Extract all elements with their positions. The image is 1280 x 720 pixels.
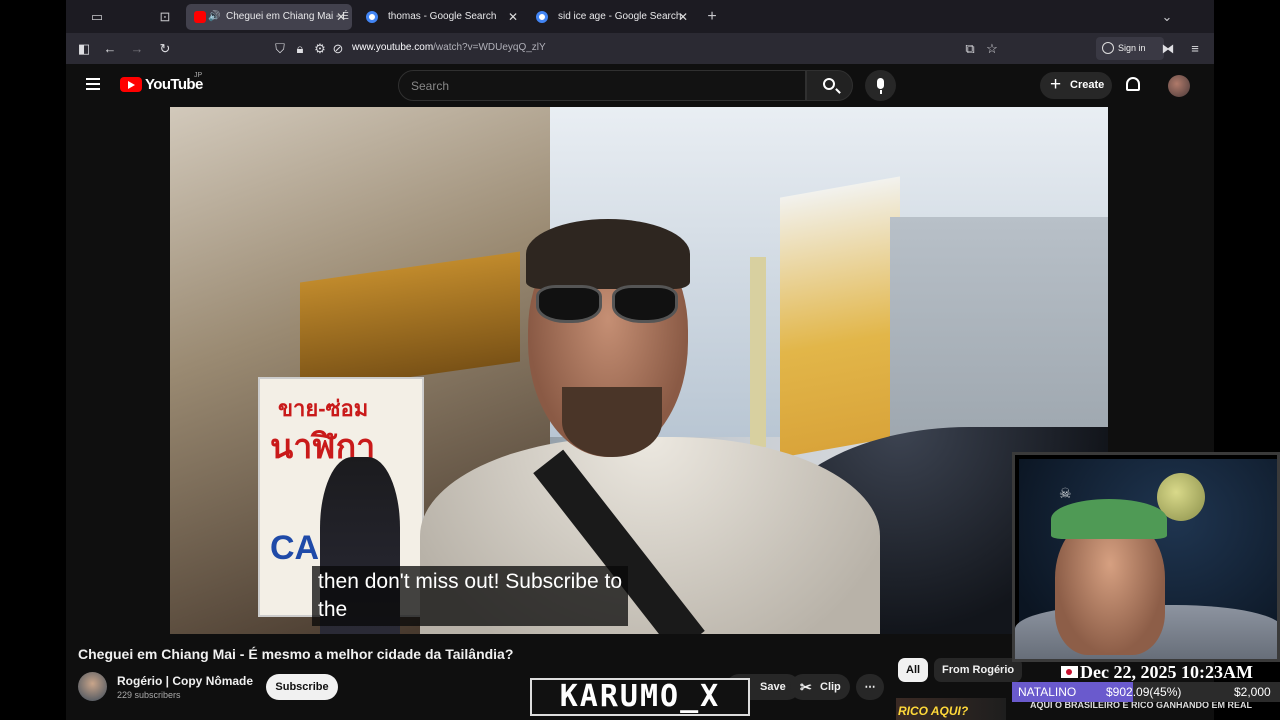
video-person-hair [526,219,690,289]
tab-overview-icon[interactable]: ⊡ [156,8,174,26]
nav-toolbar: ◧ ← → ↻ ⛉ 🔒︎ ⚙ ⊘ www.youtube.com/watch?v… [66,33,1214,64]
guide-menu-icon[interactable] [86,78,100,90]
japan-flag-icon [1061,666,1078,678]
lock-icon[interactable]: 🔒︎ [292,41,308,57]
reload-icon[interactable]: ↻ [157,41,173,57]
region-code: JP [194,72,203,79]
video-minaret [750,257,766,447]
account-icon [1102,42,1114,54]
video-player[interactable]: ขาย-ซ่อม นาฬิกา CA O then don't miss out… [170,107,1108,634]
autoplay-blocked-icon[interactable]: ⊘ [330,41,346,57]
goal-name: NATALINO [1018,685,1077,699]
goal-amount: $902.09(45%) [1106,685,1182,699]
google-favicon-icon [536,11,548,23]
close-tab-icon[interactable]: ✕ [508,4,518,30]
url-text[interactable]: www.youtube.com/watch?v=WDUeyqQ_zlY [352,42,546,53]
app-menu-icon[interactable]: ≡ [1187,41,1203,57]
video-person-beard [562,387,662,457]
tab-youtube[interactable]: 🔊 Cheguei em Chiang Mai - É ✕ [186,4,352,30]
new-tab-button[interactable]: + [703,8,721,26]
more-actions-button[interactable]: ⋯ [856,674,884,700]
clip-button[interactable]: ✂ Clip [790,674,850,700]
video-title: Cheguei em Chiang Mai - É mesmo a melhor… [78,646,514,662]
search-icon [823,78,835,90]
tab-title: sid ice age - Google Search [558,11,682,22]
tab-list-chevron-icon[interactable]: ⌄ [1158,8,1176,26]
create-button[interactable]: Create [1040,71,1112,99]
video-captions: then don't miss out! Subscribe to the [312,566,629,626]
sign-in-button[interactable]: Sign in [1096,37,1164,60]
tab-title: thomas - Google Search [388,11,497,22]
donation-goal-bar: NATALINO $902.09(45%) $2,000 [1012,682,1280,702]
subscriber-count: 229 subscribers [117,690,181,700]
streamer-cap [1051,499,1167,539]
youtube-favicon-icon [194,11,206,23]
forward-icon[interactable]: → [129,41,145,57]
youtube-logo-icon[interactable] [120,77,142,92]
channel-avatar[interactable] [78,672,107,701]
permissions-icon[interactable]: ⚙ [312,41,328,57]
channel-name[interactable]: Rogério | Copy Nômade [117,674,253,688]
scissors-icon: ✂ [800,679,812,695]
extensions-icon[interactable]: ⧓ [1160,41,1176,57]
notifications-bell-icon[interactable] [1126,77,1140,91]
youtube-masthead: YouTube JP Search Create [66,64,1214,107]
back-icon[interactable]: ← [102,41,118,57]
streamer-watermark: KARUMO_X [530,678,750,716]
tab-strip: ▭ ⊡ 🔊 Cheguei em Chiang Mai - É ✕ thomas… [66,0,1214,33]
search-button[interactable] [806,70,853,101]
chip-from-channel[interactable]: From Rogério [934,658,1023,682]
translate-icon[interactable]: ⧉ [962,41,978,57]
tab-google-sid[interactable]: sid ice age - Google Search ✕ [528,4,694,30]
tab-title: Cheguei em Chiang Mai - É [226,11,349,22]
video-yellow-building [780,176,900,458]
speaker-icon[interactable]: 🔊 [208,4,220,30]
goal-target: $2,000 [1234,685,1271,699]
user-avatar[interactable] [1168,75,1190,97]
bookmark-star-icon[interactable]: ☆ [984,41,1000,57]
video-sunglasses [532,285,682,325]
sidebar-toggle-icon[interactable]: ▭ [88,8,106,26]
chip-all[interactable]: All [898,658,929,682]
google-favicon-icon [366,11,378,23]
subscribe-button[interactable]: Subscribe [266,674,338,700]
close-tab-icon[interactable]: ✕ [678,4,688,30]
address-bar[interactable]: ⛉ 🔒︎ ⚙ ⊘ www.youtube.com/watch?v=WDUeyqQ… [266,36,1012,61]
close-tab-icon[interactable]: ✕ [336,4,346,30]
tab-google-thomas[interactable]: thomas - Google Search ✕ [358,4,524,30]
streamer-webcam: ☠ [1012,452,1280,662]
sidebar-icon[interactable]: ◧ [76,41,92,57]
voice-search-button[interactable] [865,70,896,101]
stream-datetime: Dec 22, 2025 10:23AM [1080,662,1253,682]
shield-icon[interactable]: ⛉ [272,41,288,57]
skull-icon: ☠ [1059,485,1072,501]
related-thumb-text: RICO AQUI? [898,704,969,718]
search-input[interactable]: Search [398,70,806,101]
